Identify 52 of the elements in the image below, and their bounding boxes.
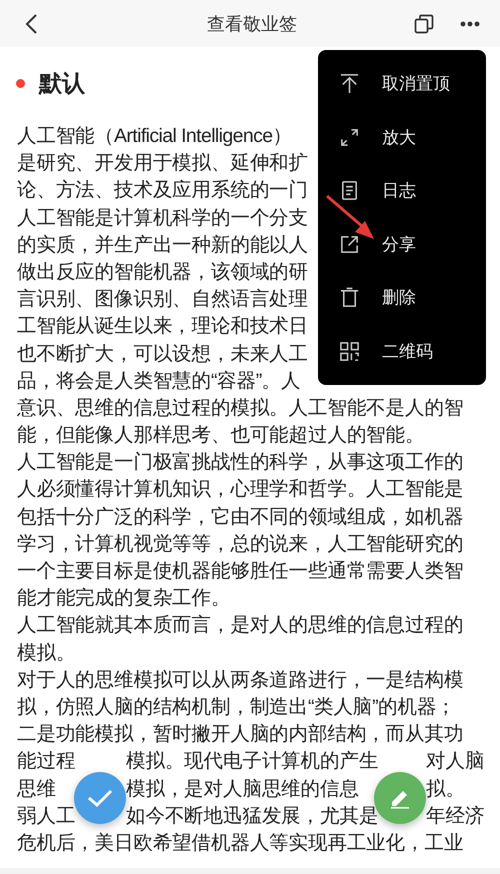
note-text-line: 学习，计算机视觉等等，总的说来，人工智能研究的 xyxy=(17,532,464,557)
note-text-line: 人工智能是一门极富挑战性的科学，从事这项工作的 xyxy=(17,450,464,476)
note-text-line: 人工智能就其本质而言，是对人的思维的信息过程的 xyxy=(17,613,464,638)
note-text-line: 意识、思维的信息过程的模拟。人工智能不是人的智 xyxy=(17,396,464,421)
check-button[interactable] xyxy=(74,772,126,824)
note-text-line: 工智能从诞生以来，理论和技术日 xyxy=(17,314,308,340)
menu-item[interactable]: 放大 xyxy=(318,110,486,164)
share-icon xyxy=(339,234,360,255)
copy-icon[interactable] xyxy=(414,14,434,34)
category-title: 默认 xyxy=(39,70,85,98)
note-text-line: 也不断扩大，可以设想，未来人工 xyxy=(17,342,308,366)
menu-item[interactable]: 取消置顶 xyxy=(318,57,486,110)
note-text-line: 年经济 xyxy=(426,804,484,829)
annotation-arrow xyxy=(325,193,375,241)
menu-item[interactable]: 日志 xyxy=(318,164,486,218)
note-text-line: 危机后，美日欧希望借机器人等实现再工业化，工业 xyxy=(17,830,464,856)
menu-item[interactable]: 分享 xyxy=(318,218,486,271)
note-text-line: 能过程 xyxy=(17,749,74,774)
note-text-line: 包括十分广泛的科学，它由不同的领域组成，如机器 xyxy=(17,504,464,530)
note-text-line: 能，但能像人那样思考、也可能超过人的智能。 xyxy=(17,423,424,448)
qr-code-icon xyxy=(339,340,360,362)
note-text-line: 论、方法、技术及应用系统的一门 xyxy=(17,178,308,204)
note-text-line: 拟。 xyxy=(426,776,466,802)
note-text-line: 一个主要目标是使机器能够胜任一些通常需要人类智 xyxy=(17,559,464,584)
note-text-line: 言识别、图像识别、自然语言处理 xyxy=(17,287,308,312)
more-icon[interactable] xyxy=(460,20,480,26)
note-text-line: 能才能完成的复杂工作。 xyxy=(17,586,230,612)
note-text-line: 对于人的思维模拟可以从两条道路进行，一是结构模 xyxy=(17,668,464,693)
note-text-line: 模拟。 xyxy=(17,640,76,666)
note-text-line: 做出反应的智能机器，该领域的研 xyxy=(17,260,308,285)
note-text-line: 人工智能是计算机科学的一个分支 xyxy=(17,206,308,231)
trash-icon xyxy=(339,287,360,308)
category-dot xyxy=(16,78,25,88)
check-icon xyxy=(87,788,113,808)
expand-icon xyxy=(339,126,360,148)
note-text-line: 品，将会是人类智慧的“容器”。人 xyxy=(17,368,300,394)
note-text-line: 对人脑 xyxy=(426,749,484,774)
page-title: 查看敬业签 xyxy=(207,12,297,36)
menu-item[interactable]: 删除 xyxy=(318,271,486,324)
note-text-line: 的实质，并生产出一种新的能以人 xyxy=(17,232,308,258)
arrow-up-icon xyxy=(339,73,360,94)
note-text-line: 思维 xyxy=(17,776,57,802)
back-icon[interactable] xyxy=(24,12,38,34)
note-text-line: 人必须懂得计算机知识，心理学和哲学。人工智能是 xyxy=(17,477,464,502)
note-text-line: 是研究、开发用于模拟、延伸和扩 xyxy=(17,151,308,176)
note-text-line: 二是功能模拟，暂时撇开人脑的内部结构，而从其功 xyxy=(17,722,464,748)
document-icon xyxy=(339,180,360,202)
menu-item[interactable]: 二维码 xyxy=(318,324,486,378)
note-text-line: 模拟，是对人脑思维的信息 xyxy=(126,776,360,802)
note-text-line: 拟，仿照人脑的结构机制，制造出“类人脑”的机器； xyxy=(17,694,456,720)
note-text-line: 弱人工 xyxy=(17,804,74,829)
note-text-line: 人工智能（Artificial Intelligence） xyxy=(17,124,292,149)
